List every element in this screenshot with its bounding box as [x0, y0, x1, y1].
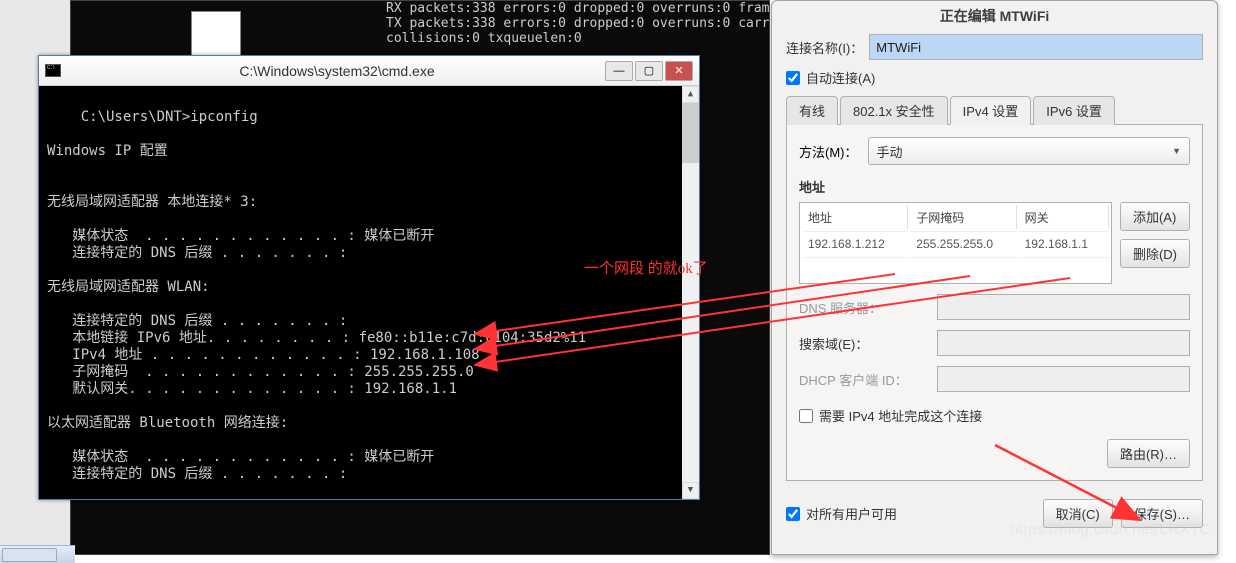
cell-netmask[interactable]: 255.255.255.0 — [910, 231, 1016, 255]
table-row[interactable]: 192.168.1.212 255.255.255.0 192.168.1.1 — [802, 231, 1109, 255]
search-domain-label: 搜索域(E)： — [799, 334, 929, 353]
taskbar[interactable] — [0, 545, 75, 563]
tabs: 有线 802.1x 安全性 IPv4 设置 IPv6 设置 — [786, 95, 1203, 125]
scroll-thumb[interactable] — [682, 103, 699, 163]
dialog-title: 正在编辑 MTWiFi — [772, 1, 1217, 34]
watermark: https://blog.csdn.net/LRXTC — [1010, 521, 1211, 538]
cmd-output: C:\Users\DNT>ipconfig Windows IP 配置 无线局域… — [47, 109, 586, 499]
maximize-button[interactable]: ▢ — [635, 61, 663, 81]
cell-gateway[interactable]: 192.168.1.1 — [1019, 231, 1109, 255]
chevron-down-icon: ▼ — [1172, 146, 1181, 156]
all-users-label: 对所有用户可用 — [806, 504, 897, 523]
cmd-icon — [45, 64, 61, 77]
th-gateway[interactable]: 网关 — [1019, 205, 1109, 229]
annotation-text: 一个网段 的就ok了 — [584, 260, 708, 278]
address-table[interactable]: 地址 子网掩码 网关 192.168.1.212 255.255.255.0 1… — [799, 202, 1112, 284]
need-ipv4-checkbox[interactable] — [799, 409, 813, 423]
method-select-value: 手动 — [877, 142, 903, 161]
tab-wired[interactable]: 有线 — [786, 96, 838, 125]
conn-name-label: 连接名称(I)： — [786, 38, 863, 57]
cell-address[interactable]: 192.168.1.212 — [802, 231, 908, 255]
auto-connect-checkbox[interactable] — [786, 71, 800, 85]
delete-button[interactable]: 删除(D) — [1120, 239, 1190, 268]
scroll-up-arrow[interactable]: ▲ — [682, 86, 699, 103]
tab-ipv4-settings[interactable]: IPv4 设置 — [950, 96, 1032, 125]
taskbar-item[interactable] — [2, 548, 57, 562]
cmd-body[interactable]: C:\Users\DNT>ipconfig Windows IP 配置 无线局域… — [39, 86, 699, 499]
dns-label: DNS 服务器： — [799, 298, 929, 317]
method-select[interactable]: 手动 ▼ — [868, 137, 1191, 165]
file-icon — [191, 11, 241, 56]
network-settings-dialog: 正在编辑 MTWiFi 连接名称(I)： 自动连接(A) 有线 802.1x 安… — [771, 0, 1218, 555]
address-section-title: 地址 — [799, 177, 1190, 196]
conn-name-input[interactable] — [869, 34, 1203, 60]
table-row-empty[interactable] — [802, 257, 1109, 281]
th-netmask[interactable]: 子网掩码 — [910, 205, 1016, 229]
routes-button[interactable]: 路由(R)… — [1107, 439, 1190, 468]
auto-connect-label: 自动连接(A) — [806, 68, 875, 87]
need-ipv4-label: 需要 IPv4 地址完成这个连接 — [819, 406, 982, 425]
th-address[interactable]: 地址 — [802, 205, 908, 229]
table-header-row: 地址 子网掩码 网关 — [802, 205, 1109, 229]
cmd-title: C:\Windows\system32\cmd.exe — [69, 63, 605, 79]
dhcp-client-id-input[interactable] — [937, 366, 1190, 392]
minimize-button[interactable]: — — [605, 61, 633, 81]
tab-body-ipv4: 方法(M)： 手动 ▼ 地址 地址 子网掩码 网关 192.168.1.212 — [786, 125, 1203, 481]
add-button[interactable]: 添加(A) — [1120, 202, 1190, 231]
search-domain-input[interactable] — [937, 330, 1190, 356]
dns-input[interactable] — [937, 294, 1190, 320]
all-users-checkbox[interactable] — [786, 507, 800, 521]
close-button[interactable]: ✕ — [665, 61, 693, 81]
bg-terminal-text: RX packets:338 errors:0 dropped:0 overru… — [386, 1, 770, 46]
scroll-down-arrow[interactable]: ▼ — [682, 482, 699, 499]
tab-ipv6-settings[interactable]: IPv6 设置 — [1033, 96, 1115, 125]
cmd-scrollbar[interactable]: ▲ ▼ — [682, 86, 699, 499]
dhcp-client-id-label: DHCP 客户端 ID： — [799, 370, 929, 389]
cmd-titlebar[interactable]: C:\Windows\system32\cmd.exe — ▢ ✕ — [39, 56, 699, 86]
method-label: 方法(M)： — [799, 142, 858, 161]
tab-8021x-security[interactable]: 802.1x 安全性 — [840, 96, 948, 125]
